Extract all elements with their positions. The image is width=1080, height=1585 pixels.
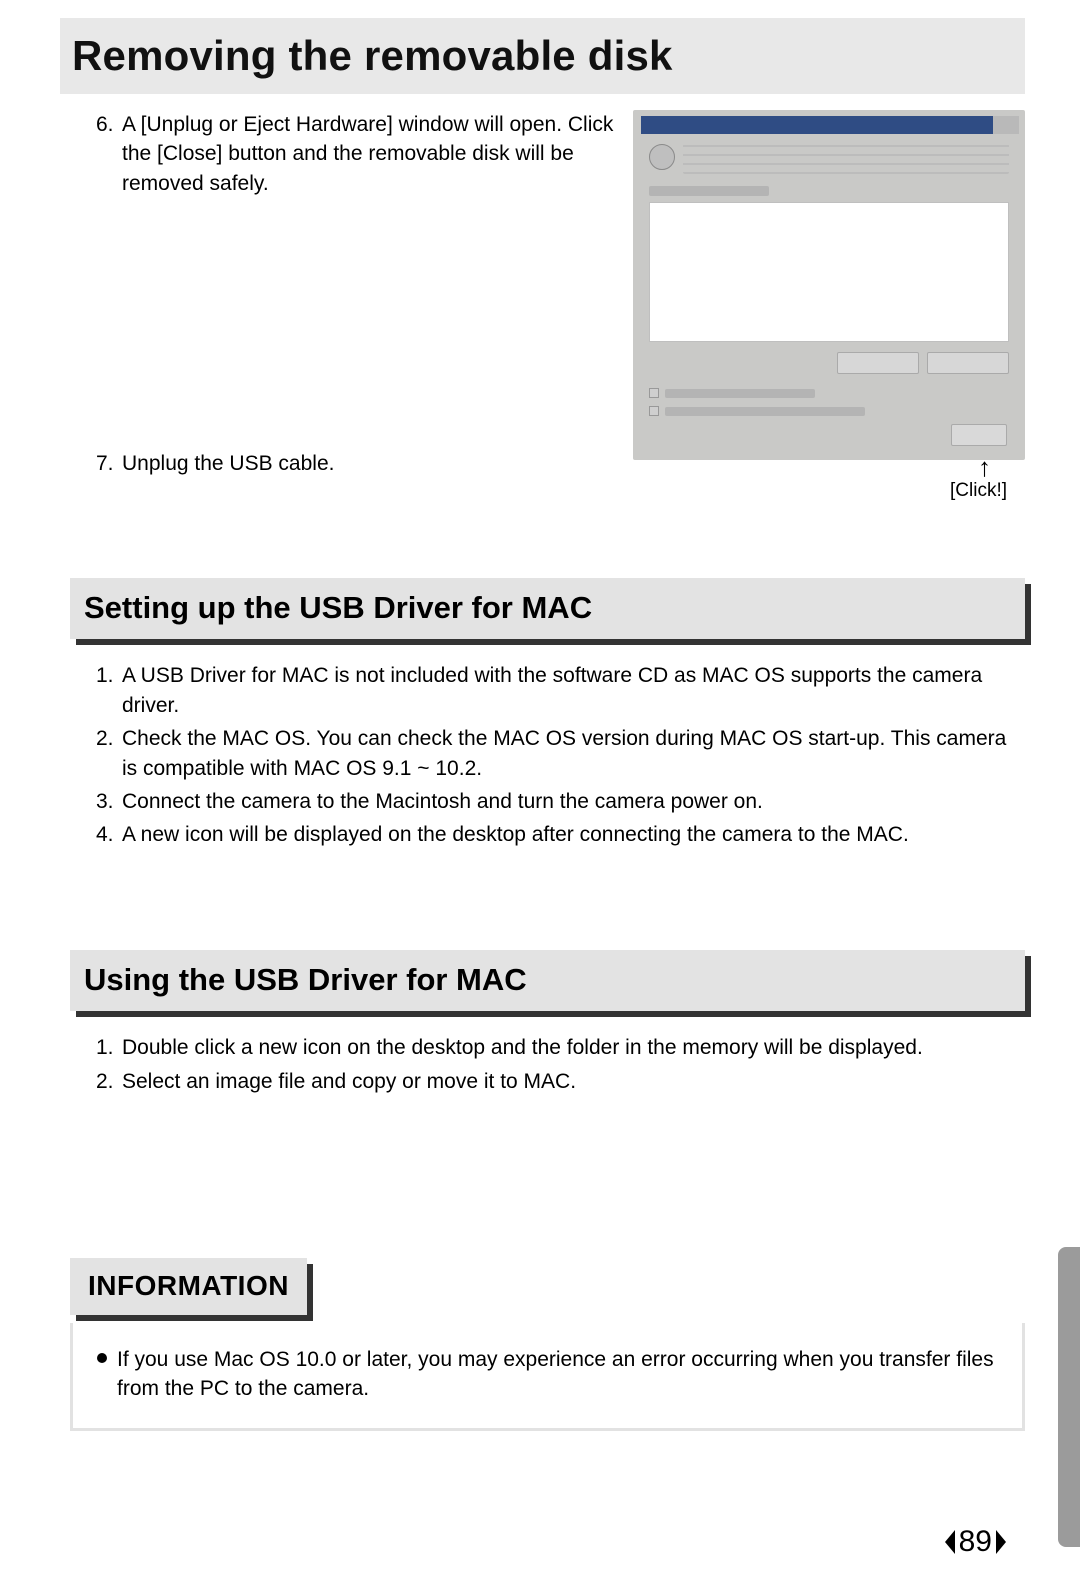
step-number: 1. xyxy=(96,661,122,720)
section-heading: Using the USB Driver for MAC xyxy=(84,958,1011,1001)
chevron-right-icon xyxy=(996,1530,1006,1554)
step-text: Connect the camera to the Macintosh and … xyxy=(122,787,1025,816)
chevron-left-icon xyxy=(945,1530,955,1554)
info-heading: INFORMATION xyxy=(88,1266,289,1305)
dialog-list-area xyxy=(649,202,1009,342)
step-text: Select an image file and copy or move it… xyxy=(122,1067,1025,1096)
checkbox-icon xyxy=(649,388,659,398)
page-number-text: 89 xyxy=(959,1525,992,1559)
section-header: Using the USB Driver for MAC xyxy=(70,950,1025,1011)
dialog-icon xyxy=(649,144,675,170)
page-title: Removing the removable disk xyxy=(60,32,1025,80)
page-number: 89 xyxy=(929,1525,1022,1559)
step-number: 2. xyxy=(96,724,122,783)
step-text: A [Unplug or Eject Hardware] window will… xyxy=(122,110,617,198)
dialog-screenshot xyxy=(633,110,1025,460)
click-caption: [Click!] xyxy=(633,478,1025,505)
section-header: Setting up the USB Driver for MAC xyxy=(70,578,1025,639)
info-header: INFORMATION xyxy=(70,1258,307,1315)
step-number: 1. xyxy=(96,1033,122,1062)
page-title-bar: Removing the removable disk xyxy=(60,18,1025,94)
step: 1.A USB Driver for MAC is not included w… xyxy=(96,661,1025,720)
side-tab xyxy=(1058,1247,1080,1547)
info-box: If you use Mac OS 10.0 or later, you may… xyxy=(70,1323,1025,1431)
dialog-titlebar xyxy=(641,116,1017,134)
checkbox-icon xyxy=(649,406,659,416)
info-text: If you use Mac OS 10.0 or later, you may… xyxy=(117,1345,998,1404)
dialog-close-button xyxy=(951,424,1007,446)
step-number: 2. xyxy=(96,1067,122,1096)
step-number: 3. xyxy=(96,787,122,816)
section-heading: Setting up the USB Driver for MAC xyxy=(84,586,1011,629)
step-text: Check the MAC OS. You can check the MAC … xyxy=(122,724,1025,783)
step-text: Double click a new icon on the desktop a… xyxy=(122,1033,1025,1062)
step-number: 7. xyxy=(96,449,122,478)
step: 1.Double click a new icon on the desktop… xyxy=(96,1033,1025,1062)
dialog-button xyxy=(927,352,1009,374)
step: 2.Check the MAC OS. You can check the MA… xyxy=(96,724,1025,783)
dialog-description xyxy=(683,144,1009,174)
bullet-icon xyxy=(97,1353,107,1363)
dialog-label xyxy=(649,186,769,196)
dialog-button xyxy=(837,352,919,374)
step-text: A new icon will be displayed on the desk… xyxy=(122,820,1025,849)
step-text: A USB Driver for MAC is not included wit… xyxy=(122,661,1025,720)
step-number: 4. xyxy=(96,820,122,849)
step: 6. A [Unplug or Eject Hardware] window w… xyxy=(96,110,617,198)
step: 4.A new icon will be displayed on the de… xyxy=(96,820,1025,849)
step-number: 6. xyxy=(96,110,122,198)
step: 2.Select an image file and copy or move … xyxy=(96,1067,1025,1096)
step: 3.Connect the camera to the Macintosh an… xyxy=(96,787,1025,816)
